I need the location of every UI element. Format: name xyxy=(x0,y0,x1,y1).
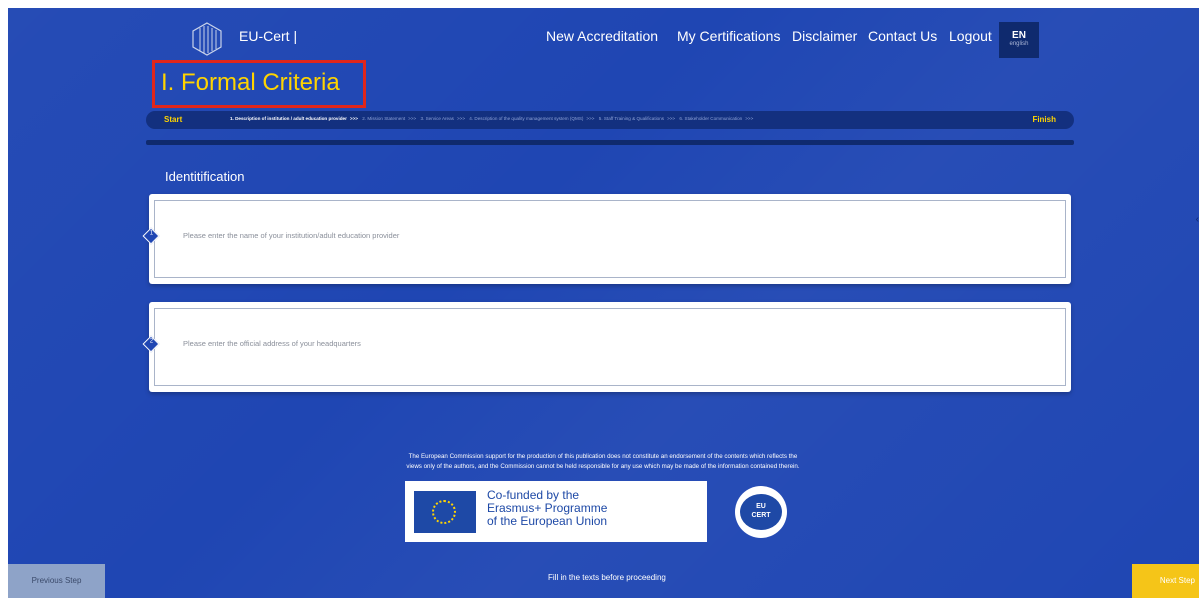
step-start[interactable]: Start xyxy=(164,115,182,124)
next-step-button[interactable]: Next Step xyxy=(1132,564,1199,598)
step-5[interactable]: 5. Staff Training & Qualifications xyxy=(599,116,664,121)
field-number: 1 xyxy=(149,230,154,237)
eu-flag-icon xyxy=(414,491,476,533)
step-separator: >>> xyxy=(349,116,358,121)
step-6[interactable]: 6. Stakeholder Communication xyxy=(679,116,742,121)
language-selector[interactable]: EN english xyxy=(999,22,1039,58)
nav-disclaimer[interactable]: Disclaimer xyxy=(792,28,857,44)
step-bar: Start 1. Description of institution / ad… xyxy=(146,111,1074,129)
nav-my-certifications[interactable]: My Certifications xyxy=(677,28,780,44)
eu-cert-logo-icon[interactable] xyxy=(192,22,222,56)
headquarters-address-field[interactable]: Please enter the official address of you… xyxy=(154,308,1066,386)
step-separator: >>> xyxy=(408,116,417,121)
institution-name-placeholder: Please enter the name of your institutio… xyxy=(183,231,400,240)
language-name: english xyxy=(1009,41,1029,47)
page-title: I. Formal Criteria xyxy=(161,69,340,96)
step-4[interactable]: 4. Description of the quality management… xyxy=(469,116,583,121)
badge-text-bottom: CERT xyxy=(751,512,771,519)
step-1[interactable]: 1. Description of institution / adult ed… xyxy=(230,116,347,121)
nav-contact-us[interactable]: Contact Us xyxy=(868,28,937,44)
disclaimer-line-2: views only of the authors, and the Commi… xyxy=(406,463,800,470)
disclaimer-line-1: The European Commission support for the … xyxy=(408,453,798,460)
proceed-message: Fill in the texts before proceeding xyxy=(548,573,666,582)
steps-list: 1. Description of institution / adult ed… xyxy=(230,116,990,121)
institution-name-field[interactable]: Please enter the name of your institutio… xyxy=(154,200,1066,278)
section-label: Identitification xyxy=(165,169,245,184)
erasmus-text: Co-funded by the Erasmus+ Programme of t… xyxy=(487,489,607,528)
language-code: EN xyxy=(1012,30,1026,41)
step-separator: >>> xyxy=(586,116,595,121)
step-separator: >>> xyxy=(456,116,466,121)
erasmus-logo: Co-funded by the Erasmus+ Programme of t… xyxy=(405,481,707,542)
headquarters-address-card: Please enter the official address of you… xyxy=(142,302,1071,392)
progress-bar xyxy=(146,140,1074,145)
step-2[interactable]: 2. Mission Statement xyxy=(362,116,405,121)
headquarters-address-placeholder: Please enter the official address of you… xyxy=(183,339,361,348)
step-separator: >>> xyxy=(667,116,676,121)
step-3[interactable]: 3. Service Areas xyxy=(421,116,454,121)
badge-text-top: EU xyxy=(756,503,766,510)
side-chevron-icon[interactable]: ‹ xyxy=(1196,214,1199,225)
eu-disclaimer: The European Commission support for the … xyxy=(308,452,898,472)
eu-cert-badge-icon: EU CERT xyxy=(735,486,787,538)
brand-name[interactable]: EU-Cert | xyxy=(239,28,297,44)
field-number: 2 xyxy=(149,338,154,345)
app-container: EU-Cert | New Accreditation My Certifica… xyxy=(8,8,1199,598)
erasmus-line-3: of the European Union xyxy=(487,514,608,528)
step-finish[interactable]: Finish xyxy=(1032,115,1056,124)
step-separator: >>> xyxy=(745,116,754,121)
institution-name-card: Please enter the name of your institutio… xyxy=(142,194,1071,284)
nav-new-accreditation[interactable]: New Accreditation xyxy=(546,28,658,44)
previous-step-button[interactable]: Previous Step xyxy=(8,564,105,598)
nav-logout[interactable]: Logout xyxy=(949,28,992,44)
